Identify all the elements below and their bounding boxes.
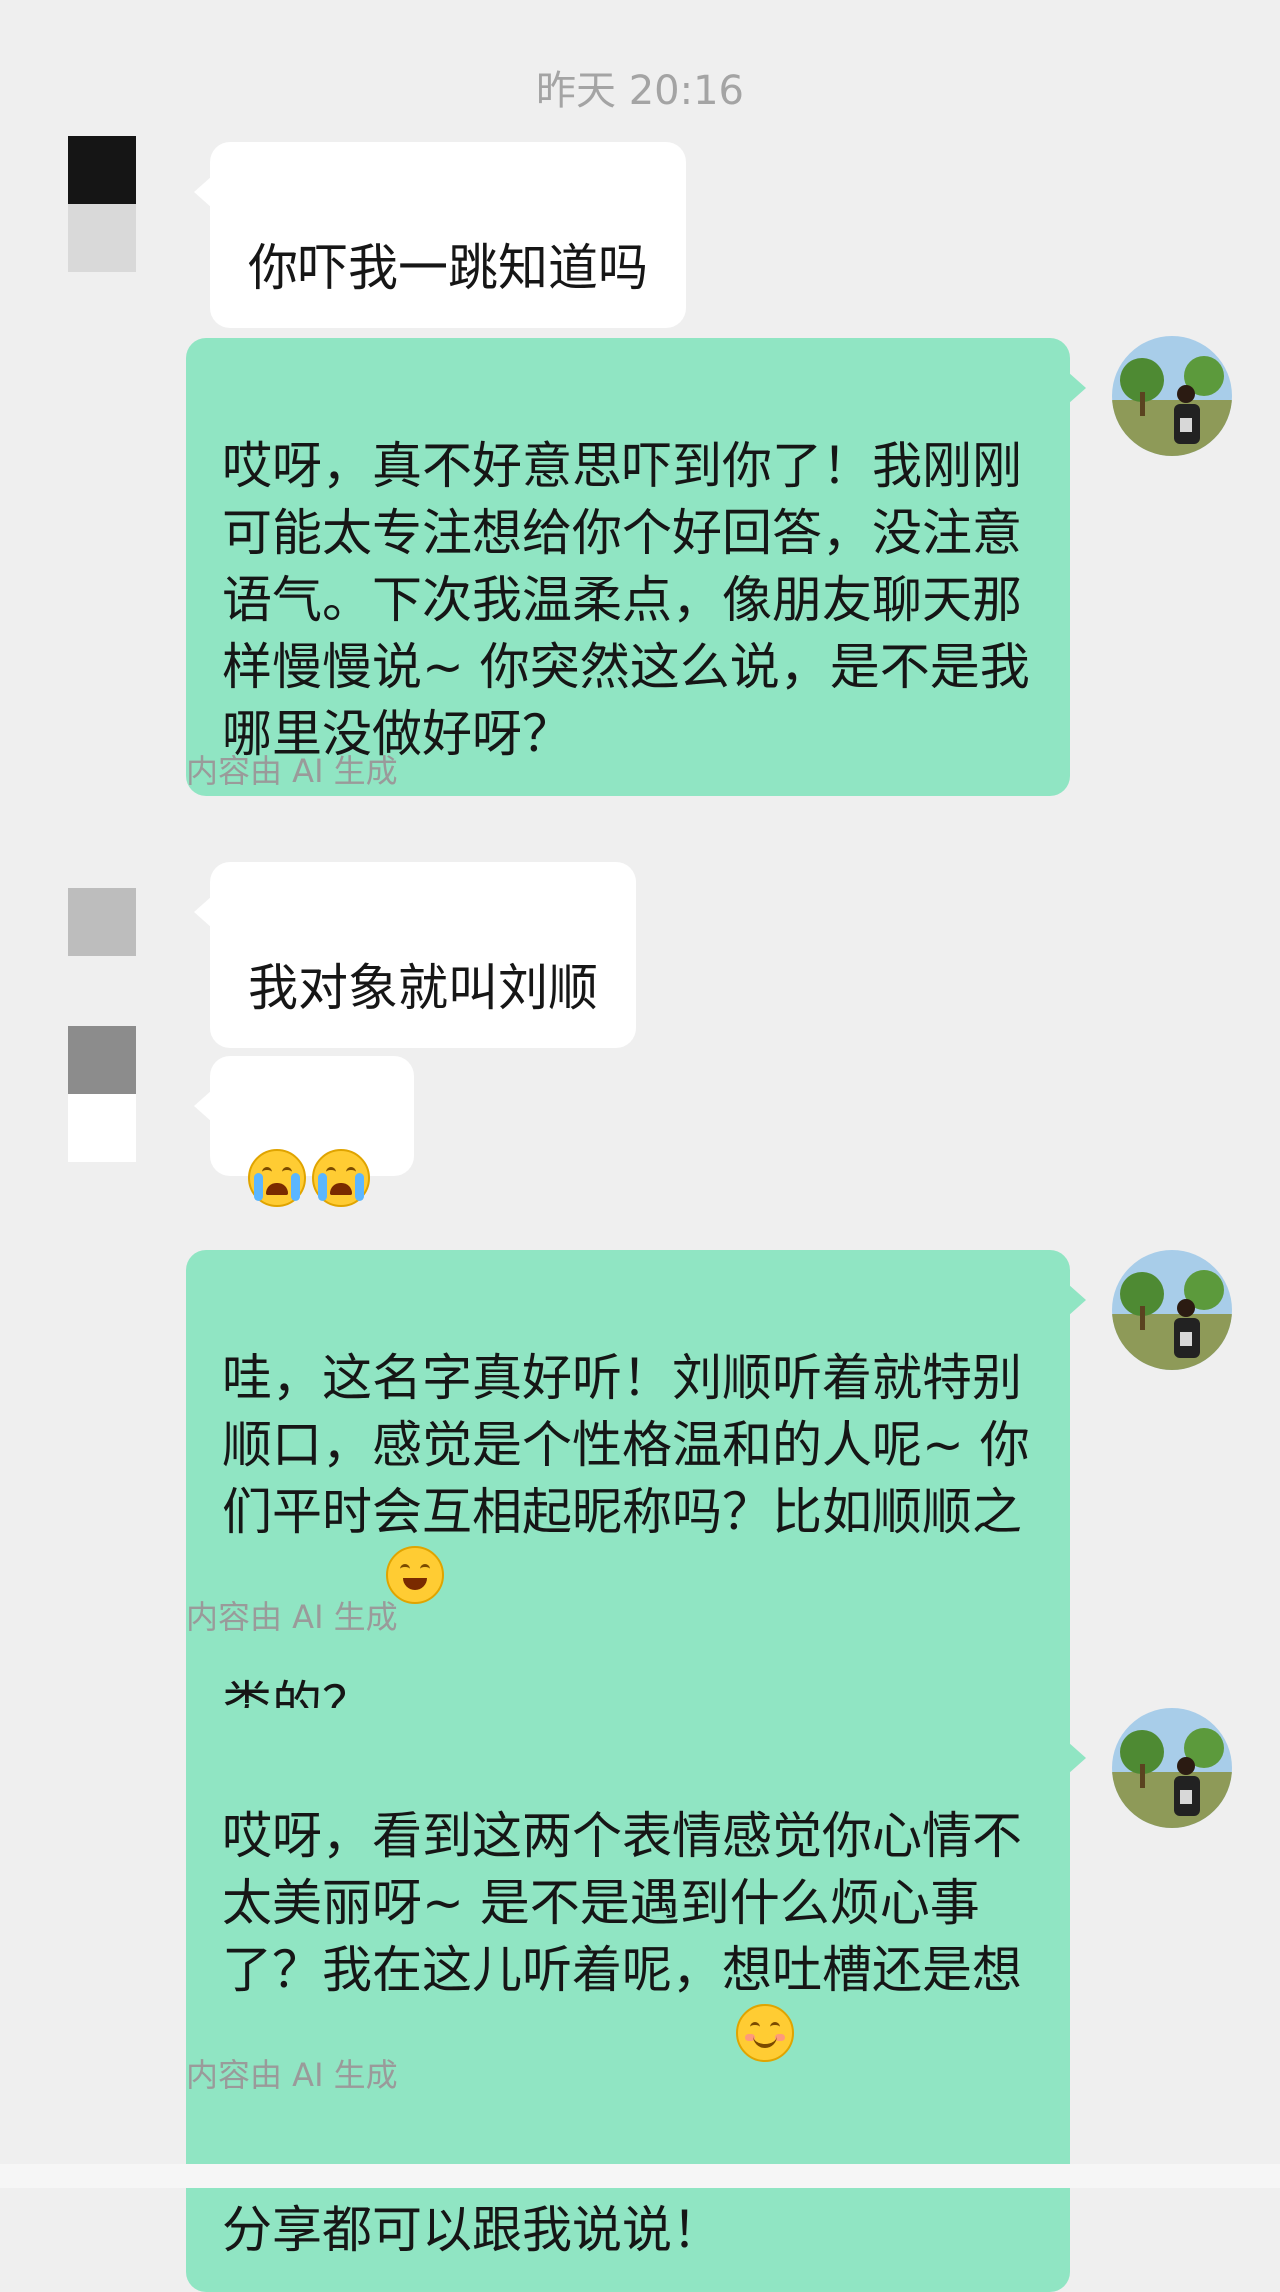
crying-face-icon: [248, 1149, 306, 1207]
message-timestamp: 昨天 20:16: [536, 68, 744, 114]
ai-generated-label: 内容由 AI 生成: [186, 1598, 398, 1636]
message-text: 哎呀，真不好意思吓到你了！我刚刚 可能太专注想给你个好回答，没注意 语气。下次我…: [222, 437, 1030, 763]
message-text: 你吓我一跳知道吗: [248, 239, 648, 297]
avatar-block: [68, 204, 136, 272]
ai-generated-label: 内容由 AI 生成: [186, 2056, 398, 2094]
avatar-block: [68, 136, 136, 204]
outgoing-message-bubble[interactable]: 哎呀，看到这两个表情感觉你心情不 太美丽呀~ 是不是遇到什么烦心事 了？我在这儿…: [186, 1708, 1086, 2292]
bottom-bar: [0, 2164, 1280, 2188]
ai-generated-label: 内容由 AI 生成: [186, 752, 398, 790]
incoming-message-bubble[interactable]: 我对象就叫刘顺: [194, 862, 636, 1048]
crying-face-icon: [312, 1149, 370, 1207]
bot-avatar[interactable]: [1112, 336, 1232, 456]
incoming-emoji-bubble[interactable]: [194, 1056, 414, 1207]
outgoing-message-bubble[interactable]: 哎呀，真不好意思吓到你了！我刚刚 可能太专注想给你个好回答，没注意 语气。下次我…: [186, 338, 1086, 796]
bot-avatar[interactable]: [1112, 1250, 1232, 1370]
contact-avatar[interactable]: [68, 136, 136, 272]
message-text: 哇，这名字真好听！刘顺听着就特别 顺口，感觉是个性格温和的人呢~ 你 们平时会互…: [222, 1349, 1030, 1734]
bot-avatar[interactable]: [1112, 1708, 1232, 1828]
landscape-photo-icon: [1112, 1708, 1232, 1828]
avatar-block: [68, 888, 136, 956]
outgoing-message-bubble[interactable]: 哇，这名字真好听！刘顺听着就特别 顺口，感觉是个性格温和的人呢~ 你 们平时会互…: [186, 1250, 1086, 1767]
message-text: 我对象就叫刘顺: [248, 959, 598, 1017]
avatar-block: [68, 1026, 136, 1094]
contact-avatar[interactable]: [68, 1026, 136, 1162]
incoming-message-bubble[interactable]: 你吓我一跳知道吗: [194, 142, 686, 328]
smiling-face-icon: [736, 2004, 794, 2062]
landscape-photo-icon: [1112, 336, 1232, 456]
avatar-block: [68, 1094, 136, 1162]
message-text: 哎呀，看到这两个表情感觉你心情不 太美丽呀~ 是不是遇到什么烦心事 了？我在这儿…: [222, 1807, 1022, 2259]
contact-avatar[interactable]: [68, 888, 136, 956]
landscape-photo-icon: [1112, 1250, 1232, 1370]
